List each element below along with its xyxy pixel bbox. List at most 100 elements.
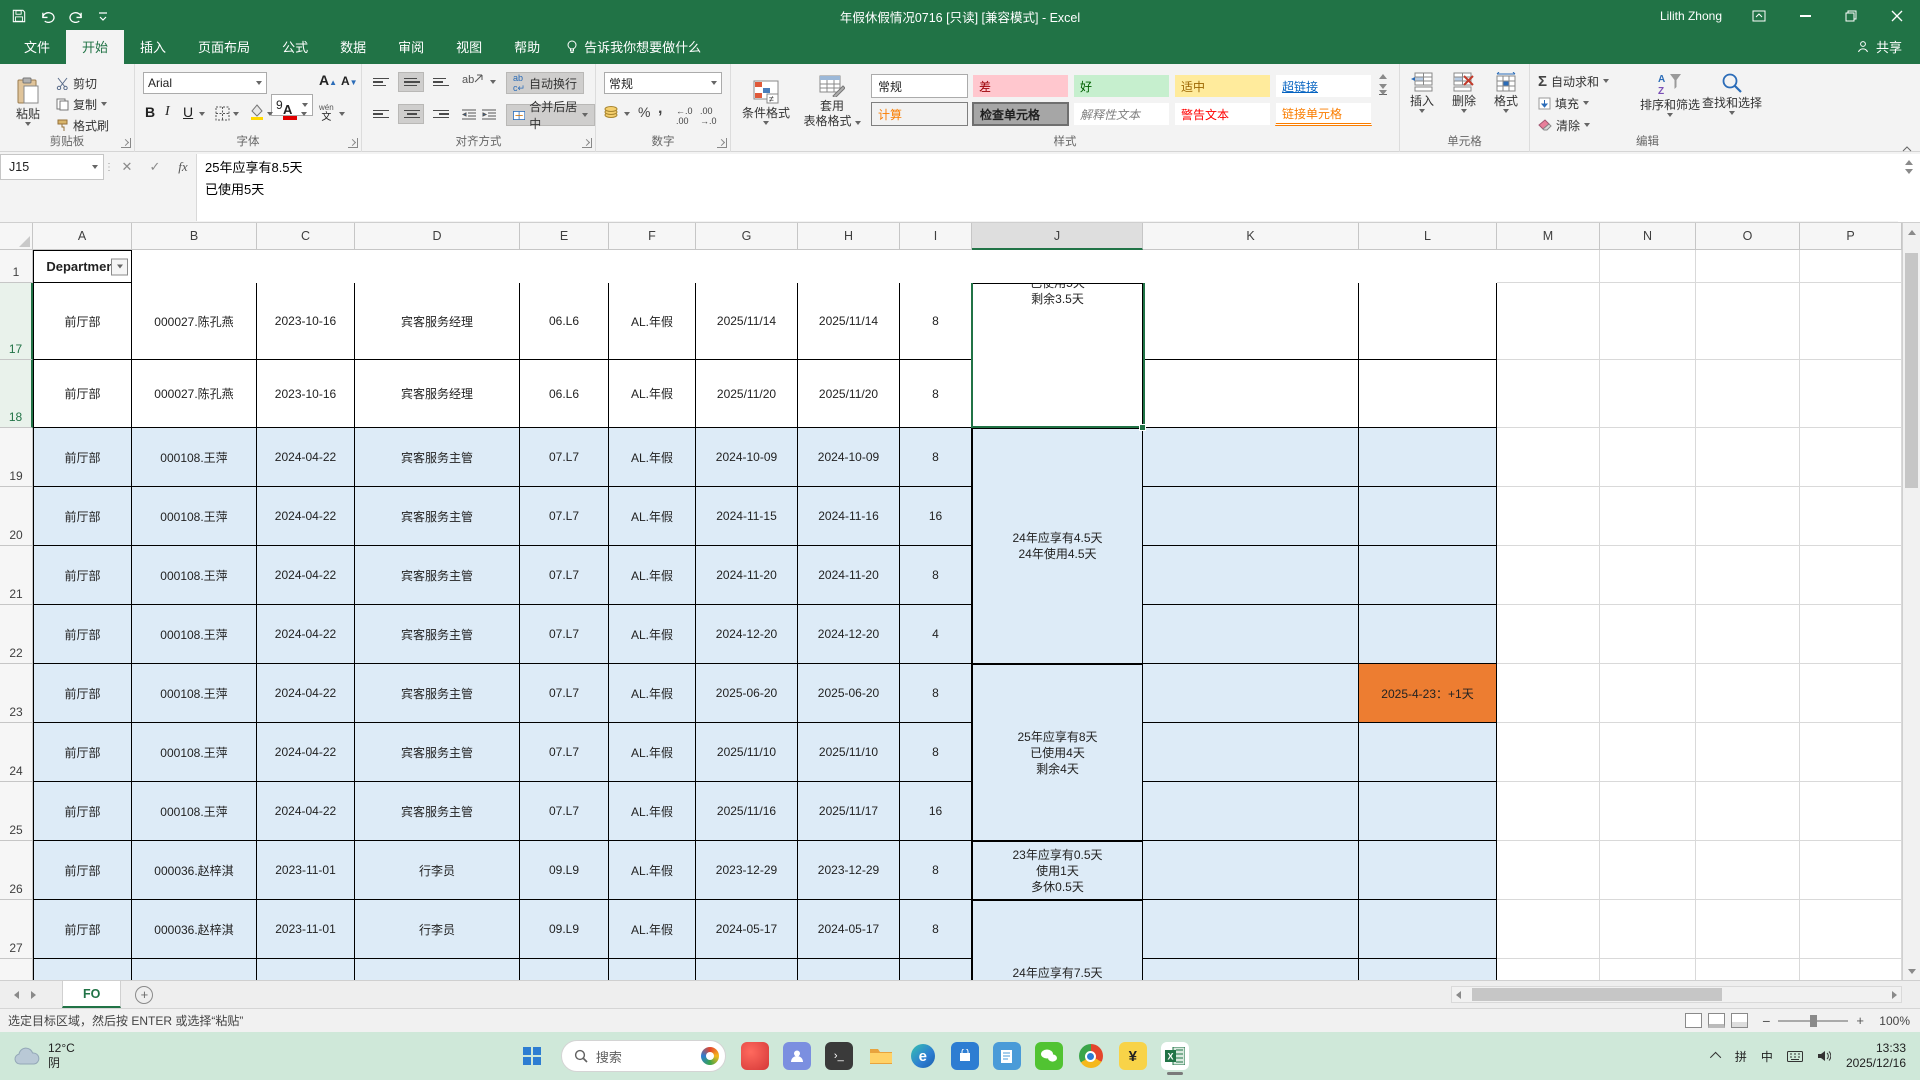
cell-L24[interactable]	[1359, 723, 1497, 782]
number-format-combo[interactable]: 常规	[604, 72, 722, 94]
empty-cell[interactable]	[1696, 900, 1800, 959]
cell-H18[interactable]: 2025/11/20	[798, 360, 900, 428]
cell-L22[interactable]	[1359, 605, 1497, 664]
ime-mode-icon[interactable]: 拼	[1735, 1048, 1747, 1065]
cell-G20[interactable]: 2024-11-15	[696, 487, 798, 546]
cell-D17[interactable]: 宾客服务经理	[355, 283, 520, 360]
tab-view[interactable]: 视图	[440, 30, 498, 64]
cell-D24[interactable]: 宾客服务主管	[355, 723, 520, 782]
empty-cell[interactable]	[1600, 605, 1696, 664]
row-header-24[interactable]: 24	[0, 723, 33, 782]
customize-quick-access-icon[interactable]	[98, 11, 108, 21]
empty-cell[interactable]	[1696, 605, 1800, 664]
row-header-28[interactable]: 28	[0, 959, 33, 980]
empty-cell[interactable]	[1696, 782, 1800, 841]
empty-cell[interactable]	[1696, 841, 1800, 900]
style-chip-good[interactable]: 好	[1073, 74, 1170, 98]
empty-cell[interactable]	[1497, 283, 1600, 360]
cell-L18[interactable]	[1359, 360, 1497, 428]
col-header-F[interactable]: F	[609, 223, 696, 250]
empty-cell[interactable]	[1497, 959, 1600, 980]
edge-icon[interactable]: e	[909, 1042, 937, 1070]
sheet-nav-right-icon[interactable]	[31, 991, 36, 999]
note-cell-rows19-22[interactable]: 24年应享有4.5天 24年使用4.5天	[972, 428, 1143, 664]
col-header-I[interactable]: I	[900, 223, 972, 250]
cell-I24[interactable]: 8	[900, 723, 972, 782]
empty-cell[interactable]	[1800, 900, 1902, 959]
increase-font-icon[interactable]: A▲	[319, 72, 337, 88]
cell-A23[interactable]: 前厅部	[33, 664, 132, 723]
empty-cell[interactable]	[1497, 487, 1600, 546]
volume-icon[interactable]	[1817, 1050, 1831, 1062]
middle-align-icon[interactable]	[398, 72, 424, 92]
cell-E27[interactable]: 09.L9	[520, 900, 609, 959]
style-chip-linked-cell[interactable]: 链接单元格	[1275, 102, 1372, 126]
bottom-align-icon[interactable]	[428, 72, 454, 92]
insert-cells-button[interactable]: 插入	[1402, 72, 1442, 113]
style-chip-calculation[interactable]: 计算	[871, 102, 968, 126]
cell-E26[interactable]: 09.L9	[520, 841, 609, 900]
excel-app-icon[interactable]: X	[1161, 1042, 1189, 1070]
clipboard-dialog-launcher[interactable]	[121, 138, 131, 148]
row-header-21[interactable]: 21	[0, 546, 33, 605]
cell-K17[interactable]	[1143, 283, 1359, 360]
tab-insert[interactable]: 插入	[124, 30, 182, 64]
empty-cell[interactable]	[1600, 664, 1696, 723]
empty-cell[interactable]	[1600, 900, 1696, 959]
empty-cell[interactable]	[1696, 723, 1800, 782]
cell-K28[interactable]	[1143, 959, 1359, 980]
cell-C27[interactable]: 2023-11-01	[257, 900, 355, 959]
empty-cell[interactable]	[1800, 546, 1902, 605]
empty-cell[interactable]	[1800, 360, 1902, 428]
cell-E19[interactable]: 07.L7	[520, 428, 609, 487]
col-header-O[interactable]: O	[1696, 223, 1800, 250]
cell-G24[interactable]: 2025/11/10	[696, 723, 798, 782]
note-cell-selected[interactable]: 已使用5天 剩余3.5天	[972, 283, 1143, 428]
orientation-caret[interactable]	[490, 80, 496, 84]
save-icon[interactable]	[12, 9, 26, 23]
cell-I22[interactable]: 4	[900, 605, 972, 664]
empty-cell[interactable]	[1497, 605, 1600, 664]
cell-D21[interactable]: 宾客服务主管	[355, 546, 520, 605]
delete-cells-button[interactable]: 删除	[1444, 72, 1484, 113]
cell-C23[interactable]: 2024-04-22	[257, 664, 355, 723]
cell-C21[interactable]: 2024-04-22	[257, 546, 355, 605]
normal-view-icon[interactable]	[1685, 1013, 1702, 1028]
tab-data[interactable]: 数据	[324, 30, 382, 64]
cell-B20[interactable]: 000108.王萍	[132, 487, 257, 546]
cut-button[interactable]: 剪切	[56, 72, 97, 94]
cell-L20[interactable]	[1359, 487, 1497, 546]
empty-cell[interactable]	[1497, 428, 1600, 487]
formula-scroll-up-icon[interactable]	[1905, 160, 1913, 165]
empty-cell[interactable]	[1600, 487, 1696, 546]
cell-F24[interactable]: AL.年假	[609, 723, 696, 782]
formula-bar-grip[interactable]: ⋮	[104, 154, 114, 180]
cell-H27[interactable]: 2024-05-17	[798, 900, 900, 959]
font-dialog-launcher[interactable]	[348, 138, 358, 148]
cell-C24[interactable]: 2024-04-22	[257, 723, 355, 782]
cell-I27[interactable]: 8	[900, 900, 972, 959]
cell-C17[interactable]: 2023-10-16	[257, 283, 355, 360]
cell-I19[interactable]: 8	[900, 428, 972, 487]
cell-K19[interactable]	[1143, 428, 1359, 487]
taskbar-search-box[interactable]: 搜索	[561, 1040, 726, 1072]
cell-B23[interactable]: 000108.王萍	[132, 664, 257, 723]
style-chip-check-cell[interactable]: 检查单元格	[972, 102, 1069, 126]
note-cell-row26[interactable]: 23年应享有0.5天 使用1天 多休0.5天	[972, 841, 1143, 900]
col-header-B[interactable]: B	[132, 223, 257, 250]
cell-B24[interactable]: 000108.王萍	[132, 723, 257, 782]
wechat-icon[interactable]	[1035, 1042, 1063, 1070]
style-chip-normal[interactable]: 常规	[871, 74, 968, 98]
chrome-icon[interactable]	[1077, 1042, 1105, 1070]
comma-style-icon[interactable]: ,	[658, 100, 662, 118]
fill-color-icon[interactable]	[249, 104, 265, 125]
borders-caret[interactable]	[233, 112, 239, 116]
col-header-H[interactable]: H	[798, 223, 900, 250]
formula-scroll-down-icon[interactable]	[1905, 169, 1913, 174]
cell-B26[interactable]: 000036.赵梓淇	[132, 841, 257, 900]
orientation-icon[interactable]: ab	[462, 74, 483, 86]
cell-F27[interactable]: AL.年假	[609, 900, 696, 959]
cell-B22[interactable]: 000108.王萍	[132, 605, 257, 664]
user-name[interactable]: Lilith Zhong	[1660, 9, 1722, 23]
col-header-L[interactable]: L	[1359, 223, 1497, 250]
